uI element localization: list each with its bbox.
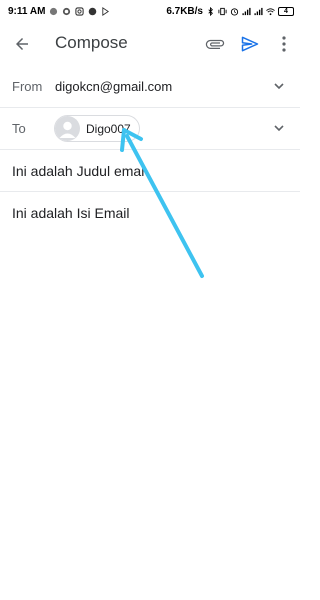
person-icon bbox=[59, 121, 76, 138]
to-row: To Digo007 bbox=[0, 108, 300, 150]
network-speed: 6.7KB/s bbox=[166, 5, 203, 17]
signal-icon-2 bbox=[254, 7, 263, 15]
from-account-select[interactable]: digokcn@gmail.com bbox=[55, 79, 172, 94]
instagram-icon bbox=[75, 6, 85, 16]
to-expand-button[interactable] bbox=[272, 121, 286, 135]
subject-input[interactable]: Ini adalah Judul email bbox=[12, 163, 145, 179]
body-input[interactable]: Ini adalah Isi Email bbox=[12, 205, 130, 221]
app-bar: Compose bbox=[0, 22, 300, 66]
status-left: 9:11 AM bbox=[8, 6, 110, 17]
battery-icon: 4 bbox=[278, 6, 294, 16]
avatar bbox=[55, 116, 80, 141]
from-expand-button[interactable] bbox=[272, 79, 286, 93]
chat-icon bbox=[63, 7, 71, 15]
recipient-name: Digo007 bbox=[86, 121, 131, 136]
more-options-button[interactable] bbox=[274, 32, 294, 56]
from-row: From digokcn@gmail.com bbox=[0, 66, 300, 108]
attach-button[interactable] bbox=[203, 32, 227, 56]
send-button[interactable] bbox=[238, 32, 262, 56]
from-label: From bbox=[12, 79, 43, 94]
send-icon bbox=[241, 36, 259, 52]
page-title: Compose bbox=[55, 33, 128, 52]
status-right: 6.7KB/s 4 bbox=[166, 6, 294, 17]
chevron-down-icon bbox=[274, 83, 284, 90]
back-button[interactable] bbox=[10, 32, 34, 56]
subject-row: Ini adalah Judul email bbox=[0, 150, 300, 192]
chevron-down-icon bbox=[274, 125, 284, 132]
to-label: To bbox=[12, 121, 26, 136]
paperclip-icon bbox=[205, 39, 225, 49]
status-bar: 9:11 AM 6.7KB/s 4 bbox=[0, 0, 300, 22]
bluetooth-icon bbox=[208, 6, 213, 16]
alarm-icon bbox=[230, 7, 239, 16]
arrow-left-icon bbox=[16, 38, 28, 50]
vibrate-icon bbox=[218, 7, 227, 15]
signal-icon bbox=[242, 7, 251, 15]
notification-icon bbox=[50, 7, 58, 15]
battery-level: 4 bbox=[284, 7, 288, 15]
recipient-chip[interactable]: Digo007 bbox=[54, 115, 140, 142]
wifi-icon bbox=[266, 7, 275, 15]
status-time: 9:11 AM bbox=[8, 5, 46, 17]
app-icon bbox=[89, 7, 97, 15]
play-icon bbox=[102, 6, 110, 16]
more-vert-icon bbox=[282, 36, 286, 52]
